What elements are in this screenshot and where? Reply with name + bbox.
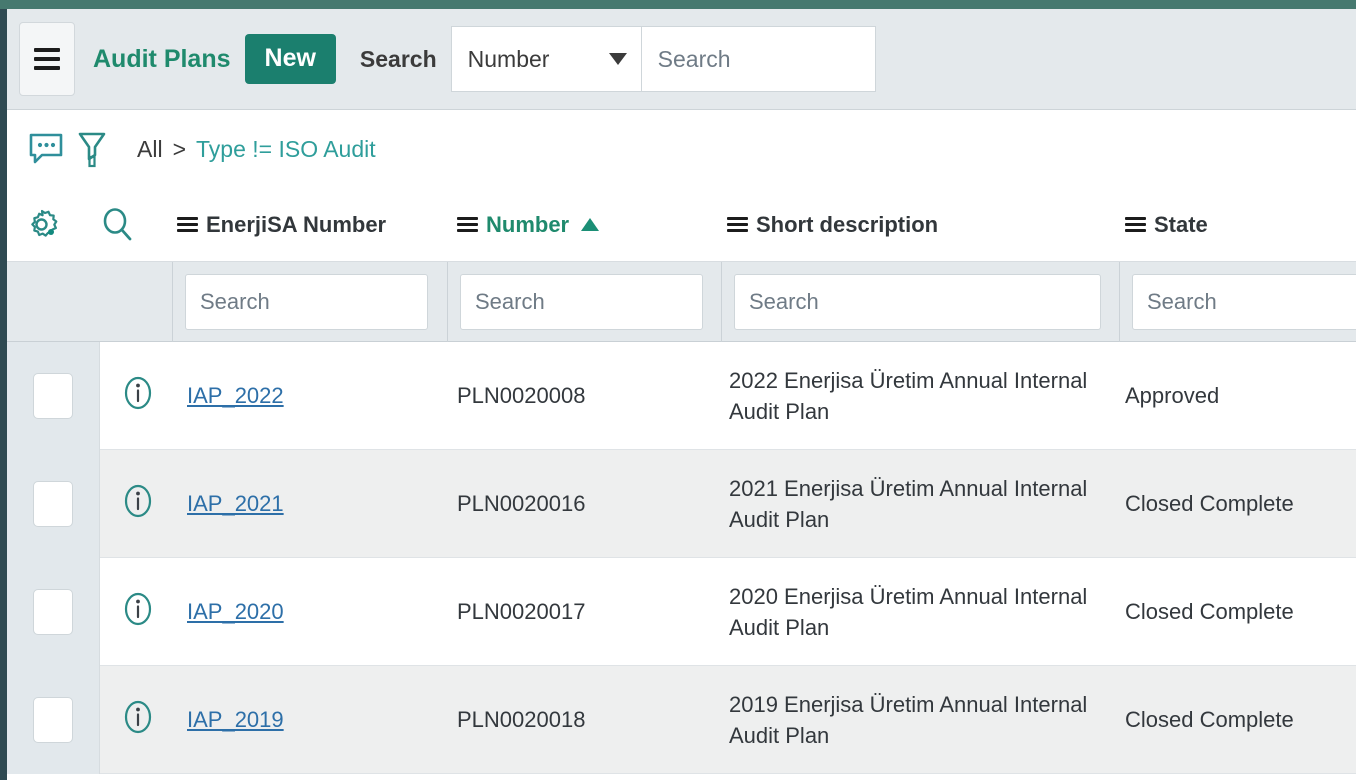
row-info-cell xyxy=(99,342,177,450)
column-menu-icon[interactable] xyxy=(177,217,198,232)
column-filter-input-short-description[interactable] xyxy=(734,274,1101,330)
new-button[interactable]: New xyxy=(244,34,336,84)
row-cell-number: PLN0020018 xyxy=(457,707,586,732)
sort-ascending-icon xyxy=(581,218,600,231)
chevron-down-icon xyxy=(608,53,627,65)
row-info-cell xyxy=(99,558,177,666)
column-header-state[interactable]: State xyxy=(1125,212,1208,238)
row-checkbox[interactable] xyxy=(33,589,73,635)
short-description-text: 2020 Enerjisa Üretim Annual Internal Aud… xyxy=(729,583,1088,640)
column-filter-input-state[interactable] xyxy=(1132,274,1356,330)
row-checkbox[interactable] xyxy=(33,481,73,527)
filter-cell-enerjisa-number xyxy=(172,262,440,342)
row-cell-short-description: 2019 Enerjisa Üretim Annual Internal Aud… xyxy=(729,666,1104,774)
column-filter-row xyxy=(7,262,1356,342)
column-header-short-description[interactable]: Short description xyxy=(727,212,938,238)
record-link[interactable]: IAP_2019 xyxy=(187,707,284,733)
column-header-label: Number xyxy=(486,211,570,237)
row-cell-number: PLN0020017 xyxy=(457,599,586,624)
column-header-label: State xyxy=(1154,211,1208,237)
row-cell-number: PLN0020016 xyxy=(457,491,586,516)
records-table-body: IAP_2022 PLN0020008 2022 Enerjisa Üretim… xyxy=(7,342,1356,780)
short-description-text: 2022 Enerjisa Üretim Annual Internal Aud… xyxy=(729,367,1088,424)
row-cell-enerjisa-number: IAP_2021 xyxy=(187,450,447,558)
row-cell-state: Approved xyxy=(1125,383,1220,408)
row-cell-enerjisa-number: IAP_2020 xyxy=(187,558,447,666)
global-search-input[interactable] xyxy=(640,26,876,92)
row-select-cell xyxy=(7,666,100,774)
short-description-text: 2019 Enerjisa Üretim Annual Internal Aud… xyxy=(729,691,1088,748)
column-filter-input-enerjisa-number[interactable] xyxy=(185,274,428,330)
row-cell-number: PLN0020008 xyxy=(457,383,586,408)
column-header-row: EnerjiSA Number Number Short description… xyxy=(7,188,1356,262)
funnel-icon[interactable] xyxy=(69,126,115,172)
info-circle-icon[interactable] xyxy=(121,589,155,635)
breadcrumb-root[interactable]: All xyxy=(137,136,163,163)
row-checkbox[interactable] xyxy=(33,373,73,419)
row-cell-state: Closed Complete xyxy=(1125,599,1294,624)
row-info-cell xyxy=(99,450,177,558)
column-menu-icon[interactable] xyxy=(1125,217,1146,232)
global-search-group: Number xyxy=(450,26,876,92)
search-field-select[interactable]: Number xyxy=(450,26,641,92)
row-cell-state: Closed Complete xyxy=(1125,707,1294,732)
page-title[interactable]: Audit Plans xyxy=(93,45,231,74)
info-circle-icon[interactable] xyxy=(121,697,155,743)
table-row[interactable]: IAP_2022 PLN0020008 2022 Enerjisa Üretim… xyxy=(7,342,1356,450)
row-checkbox[interactable] xyxy=(33,697,73,743)
filter-cell-number xyxy=(447,262,715,342)
row-cell-short-description: 2022 Enerjisa Üretim Annual Internal Aud… xyxy=(729,342,1104,450)
left-accent-rail xyxy=(0,9,7,780)
breadcrumb-condition[interactable]: Type != ISO Audit xyxy=(196,136,376,163)
row-cell-state: Closed Complete xyxy=(1125,491,1294,516)
hamburger-menu-button[interactable] xyxy=(19,22,75,96)
page-header-bar: Audit Plans New Search Number xyxy=(7,9,1356,110)
top-accent-strip xyxy=(0,0,1356,9)
table-row[interactable]: IAP_2019 PLN0020018 2019 Enerjisa Üretim… xyxy=(7,666,1356,774)
row-cell-enerjisa-number: IAP_2022 xyxy=(187,342,447,450)
row-select-cell xyxy=(7,342,100,450)
row-select-cell xyxy=(7,450,100,558)
record-link[interactable]: IAP_2021 xyxy=(187,491,284,517)
column-header-label: EnerjiSA Number xyxy=(206,211,387,237)
column-header-number[interactable]: Number xyxy=(457,211,600,238)
audit-plans-list-page: Audit Plans New Search Number Search All… xyxy=(0,0,1356,780)
breadcrumb: All > Type != ISO Audit xyxy=(137,136,376,163)
table-row[interactable]: IAP_2021 PLN0020016 2021 Enerjisa Üretim… xyxy=(7,450,1356,558)
column-filter-input-number[interactable] xyxy=(460,274,703,330)
table-row[interactable]: IAP_2020 PLN0020017 2020 Enerjisa Üretim… xyxy=(7,558,1356,666)
filter-cell-selection xyxy=(7,262,172,342)
gear-icon[interactable] xyxy=(19,202,65,248)
search-label: Search xyxy=(359,45,437,72)
breadcrumb-separator: > xyxy=(172,135,186,162)
info-circle-icon[interactable] xyxy=(121,481,155,527)
row-cell-short-description: 2020 Enerjisa Üretim Annual Internal Aud… xyxy=(729,558,1104,666)
hamburger-icon-line xyxy=(34,48,60,52)
speech-bubble-icon[interactable] xyxy=(23,126,69,172)
filter-cell-state xyxy=(1119,262,1356,342)
hamburger-icon-line xyxy=(34,57,60,61)
row-cell-short-description: 2021 Enerjisa Üretim Annual Internal Aud… xyxy=(729,450,1104,558)
record-link[interactable]: IAP_2020 xyxy=(187,599,284,625)
short-description-text: 2021 Enerjisa Üretim Annual Internal Aud… xyxy=(729,475,1088,532)
magnifier-icon[interactable] xyxy=(95,202,141,248)
row-cell-enerjisa-number: IAP_2019 xyxy=(187,666,447,774)
hamburger-icon-line xyxy=(34,66,60,70)
filter-cell-short-description xyxy=(721,262,1113,342)
column-header-label: Short description xyxy=(756,211,939,237)
list-toolbar: All > Type != ISO Audit EnerjiSA Number … xyxy=(7,110,1356,262)
breadcrumb-row: All > Type != ISO Audit xyxy=(7,110,1356,188)
column-menu-icon[interactable] xyxy=(727,217,748,232)
row-select-cell xyxy=(7,558,100,666)
info-circle-icon[interactable] xyxy=(121,373,155,419)
column-menu-icon[interactable] xyxy=(457,217,478,232)
column-header-enerjisa-number[interactable]: EnerjiSA Number xyxy=(177,212,386,238)
record-link[interactable]: IAP_2022 xyxy=(187,383,284,409)
row-info-cell xyxy=(99,666,177,774)
search-field-selected-value: Number xyxy=(467,45,550,72)
